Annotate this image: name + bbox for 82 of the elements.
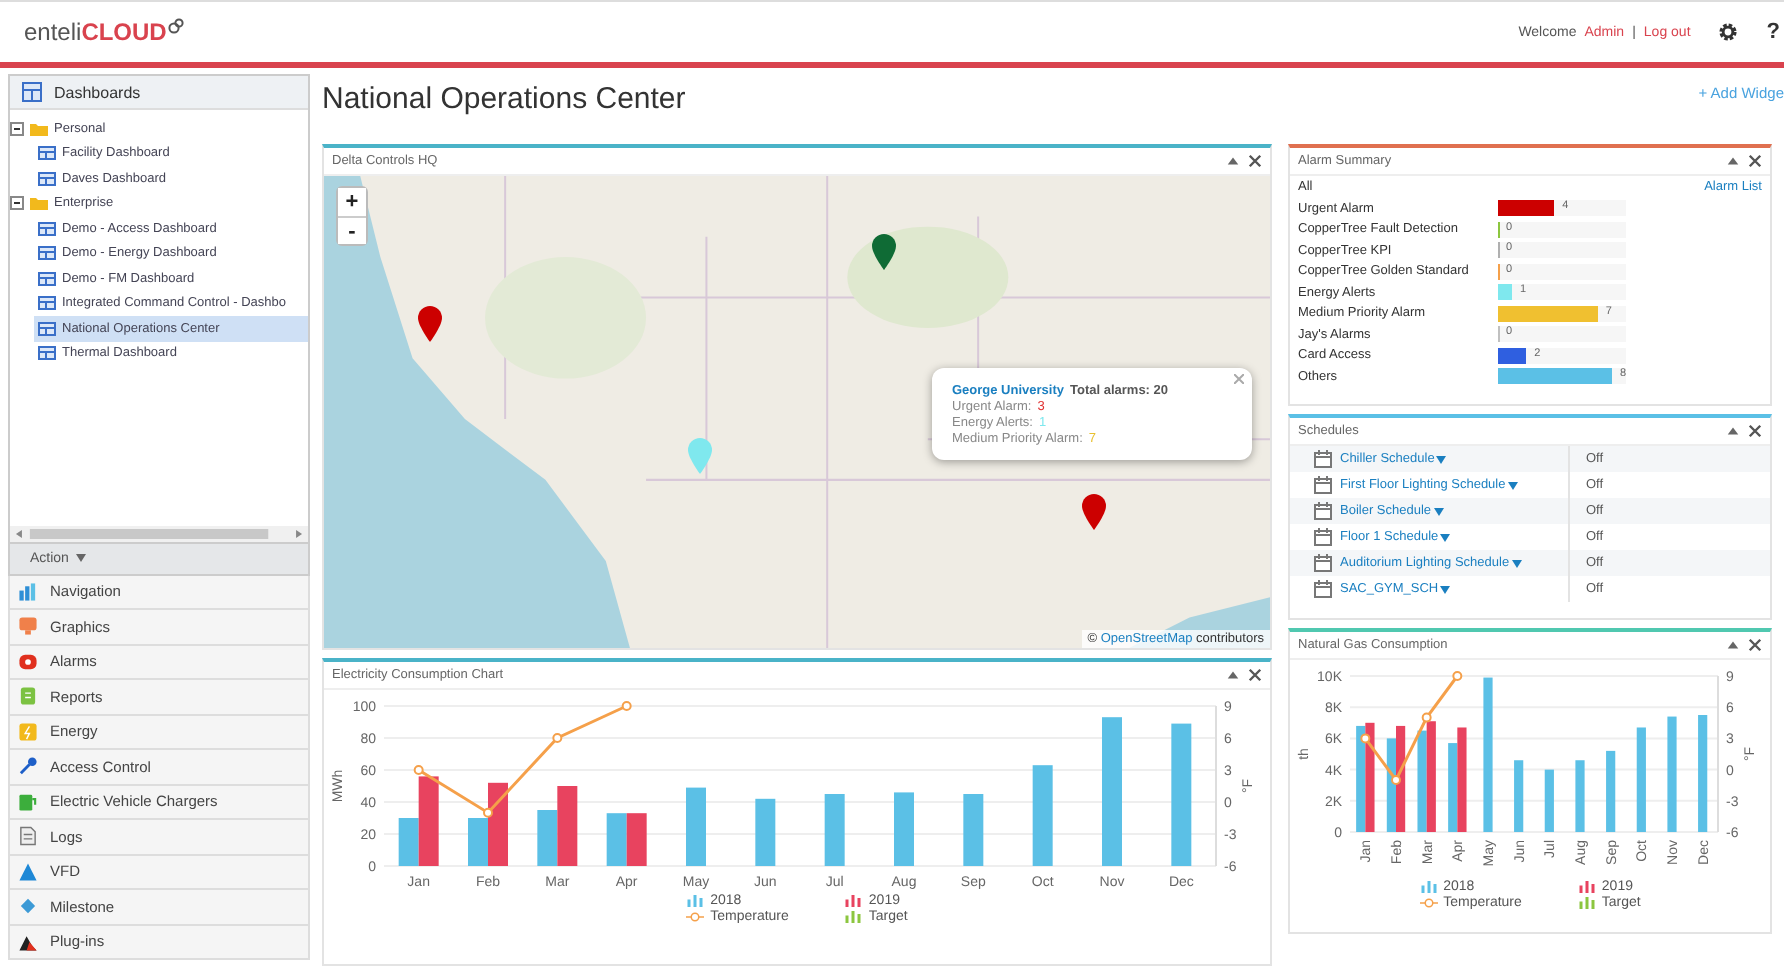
calendar-icon <box>1314 528 1332 546</box>
line-point <box>1391 775 1401 785</box>
dashboard-icon <box>38 221 56 236</box>
document-icon <box>18 686 38 707</box>
chart-bar <box>894 792 914 866</box>
chevron-up-icon[interactable] <box>1726 154 1740 168</box>
line-point <box>483 807 493 818</box>
caret-icon[interactable] <box>1433 507 1444 515</box>
key-icon <box>18 756 38 777</box>
collapse-icon[interactable] <box>10 121 24 136</box>
zoom-out-button[interactable]: - <box>338 216 366 244</box>
line-point <box>1452 671 1463 681</box>
dashboard-icon <box>38 346 56 361</box>
triangle-icon <box>18 861 38 882</box>
dashboard-icon <box>38 171 56 186</box>
caret-icon[interactable] <box>1507 481 1518 489</box>
map-pin-icon[interactable] <box>416 304 444 344</box>
dashboard-icon <box>38 146 56 161</box>
chart-bar <box>1606 750 1616 832</box>
diamond-icon <box>18 896 38 917</box>
logo-mark-icon <box>168 18 185 34</box>
chart-bar <box>1698 715 1708 832</box>
chart-bar <box>1171 723 1192 866</box>
chart-bar <box>537 810 558 866</box>
collapse-icon[interactable] <box>10 196 24 211</box>
chart-bar <box>1636 727 1646 832</box>
folder-icon <box>30 196 48 211</box>
caret-icon[interactable] <box>1440 533 1451 541</box>
line-point <box>413 765 424 775</box>
chart-bar <box>686 787 706 866</box>
chart-bar <box>824 794 845 866</box>
line-point <box>621 701 632 711</box>
caret-icon[interactable] <box>1511 559 1522 567</box>
panel-title: Dashboards <box>54 83 141 101</box>
chart-bar <box>963 794 984 866</box>
chart-bar <box>557 786 578 866</box>
caret-icon[interactable] <box>76 554 87 562</box>
bar-chart-icon <box>18 581 38 602</box>
dashboard-icon <box>38 271 56 286</box>
calendar-icon <box>1314 580 1332 598</box>
chart-bar <box>1575 760 1585 832</box>
chart-bar <box>1032 765 1053 866</box>
dashboard-icon <box>38 246 56 261</box>
calendar-icon <box>1314 476 1332 494</box>
line-point <box>1421 712 1432 723</box>
settings-icon[interactable] <box>1718 22 1739 42</box>
caret-icon[interactable] <box>1440 585 1451 593</box>
close-icon[interactable] <box>1748 638 1762 652</box>
close-icon[interactable] <box>1248 154 1262 168</box>
legend-bar-icon[interactable] <box>844 894 863 908</box>
logo: enteliCLOUD <box>24 18 167 46</box>
chevron-up-icon[interactable] <box>1726 638 1740 652</box>
page-icon <box>18 826 38 847</box>
bolt-icon <box>18 721 38 742</box>
chart-bar <box>1514 760 1524 832</box>
folder-icon <box>30 121 48 136</box>
page-title: National Operations Center <box>322 82 686 116</box>
monitor-icon <box>18 616 38 637</box>
chevron-up-icon[interactable] <box>1226 668 1240 682</box>
help-button[interactable]: ? <box>1766 20 1780 44</box>
line-point <box>552 733 563 743</box>
chevron-up-icon[interactable] <box>1726 424 1740 438</box>
charger-icon <box>18 791 38 812</box>
horizontal-scrollbar[interactable] <box>10 525 308 541</box>
peaks-icon <box>18 931 38 952</box>
chart-bar <box>1667 716 1677 832</box>
dashboard-icon <box>22 82 42 102</box>
line-point <box>1360 733 1371 744</box>
map-pin-icon[interactable] <box>1080 492 1108 532</box>
chart-bar <box>755 798 776 866</box>
caret-icon[interactable] <box>1436 455 1447 463</box>
close-icon[interactable] <box>1748 424 1762 438</box>
chart-bar <box>1544 769 1554 832</box>
chart-bar <box>626 813 647 866</box>
dashboard-icon <box>38 296 56 311</box>
legend-bar-icon[interactable] <box>1577 880 1596 894</box>
dashboard-icon <box>38 321 56 336</box>
chart-bar <box>606 813 627 866</box>
map-pin-icon[interactable] <box>870 232 898 272</box>
chevron-up-icon[interactable] <box>1226 154 1240 168</box>
close-icon[interactable] <box>1748 154 1762 168</box>
close-icon[interactable] <box>1248 668 1262 682</box>
